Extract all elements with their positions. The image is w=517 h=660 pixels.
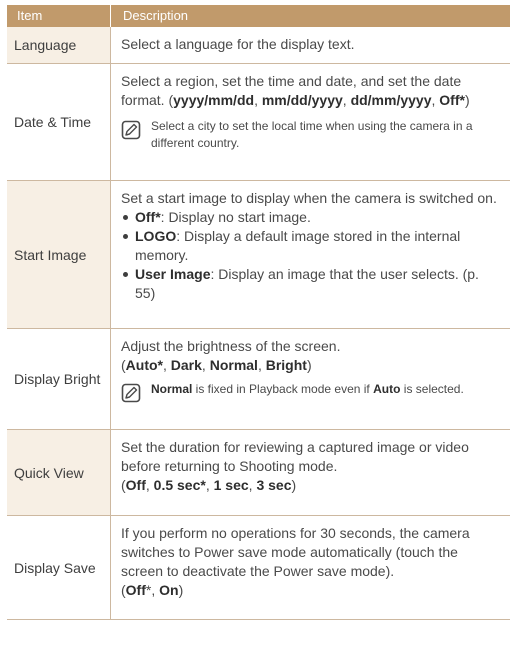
table-row-date-time: Date & Time Select a region, set the tim… — [7, 64, 510, 181]
table-row-start-image: Start Image Set a start image to display… — [7, 181, 510, 329]
table-row-display-save: Display Save If you perform no operation… — [7, 516, 510, 620]
desc-date-time: Select a region, set the time and date, … — [111, 64, 510, 180]
desc-display-bright: Adjust the brightness of the screen. (Au… — [111, 329, 510, 429]
table-row-display-bright: Display Bright Adjust the brightness of … — [7, 329, 510, 430]
desc-language: Select a language for the display text. — [121, 36, 355, 52]
settings-table: Item Description Language Select a langu… — [7, 5, 510, 620]
display-bright-note: Normal is fixed in Playback mode even if… — [121, 381, 502, 403]
note-pencil-icon — [121, 120, 141, 140]
table-row-language: Language Select a language for the displ… — [7, 27, 510, 64]
quick-view-options: (Off, 0.5 sec*, 1 sec, 3 sec) — [121, 477, 297, 493]
table-header: Item Description — [7, 5, 510, 27]
display-bright-note-text: Normal is fixed in Playback mode even if… — [151, 382, 464, 396]
item-date-time: Date & Time — [7, 64, 111, 180]
item-quick-view: Quick View — [7, 430, 111, 515]
display-bright-options: (Auto*, Dark, Normal, Bright) — [121, 357, 312, 373]
date-time-text: Select a region, set the time and date, … — [121, 73, 470, 108]
date-time-note: Select a city to set the local time when… — [121, 118, 502, 152]
display-save-options: (Off*, On) — [121, 582, 184, 598]
item-display-bright: Display Bright — [7, 329, 111, 429]
list-item: User Image: Display an image that the us… — [121, 265, 502, 303]
desc-start-image: Set a start image to display when the ca… — [111, 181, 510, 328]
list-item: LOGO: Display a default image stored in … — [121, 227, 502, 265]
item-start-image: Start Image — [7, 181, 111, 328]
note-pencil-icon — [121, 383, 141, 403]
display-bright-text: Adjust the brightness of the screen. — [121, 338, 341, 354]
item-display-save: Display Save — [7, 516, 111, 619]
list-item: Off*: Display no start image. — [121, 208, 502, 227]
header-description: Description — [123, 8, 189, 23]
display-save-text: If you perform no operations for 30 seco… — [121, 525, 470, 579]
desc-quick-view: Set the duration for reviewing a capture… — [111, 430, 510, 515]
start-image-intro: Set a start image to display when the ca… — [121, 190, 497, 206]
desc-display-save: If you perform no operations for 30 seco… — [111, 516, 510, 619]
table-row-quick-view: Quick View Set the duration for reviewin… — [7, 430, 510, 516]
quick-view-text: Set the duration for reviewing a capture… — [121, 439, 469, 474]
date-time-note-text: Select a city to set the local time when… — [151, 119, 473, 150]
start-image-options: Off*: Display no start image. LOGO: Disp… — [121, 208, 502, 303]
header-item: Item — [7, 5, 111, 27]
item-language: Language — [7, 27, 111, 63]
